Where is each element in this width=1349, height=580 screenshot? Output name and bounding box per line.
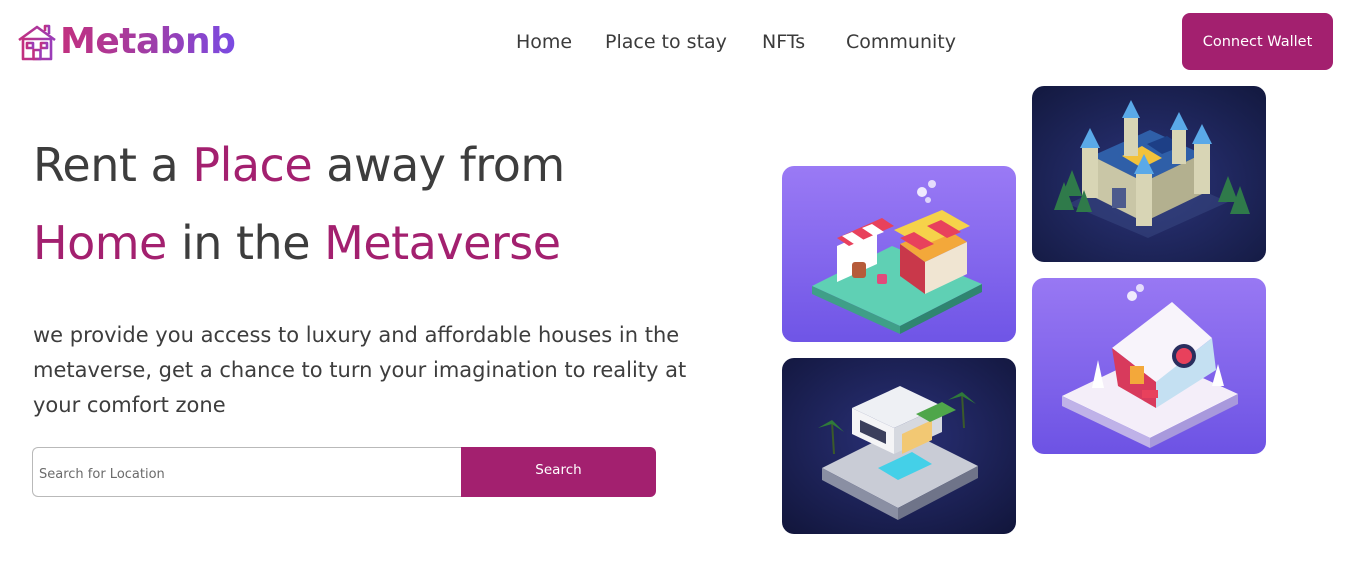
headline-text: Rent a bbox=[33, 138, 193, 192]
nav-community[interactable]: Community bbox=[846, 28, 956, 56]
headline-accent-place: Place bbox=[192, 138, 313, 192]
gallery-image-modern-villa bbox=[782, 358, 1016, 534]
headline-accent-home: Home bbox=[33, 216, 167, 270]
hero-description: we provide you access to luxury and affo… bbox=[33, 323, 687, 417]
headline-accent-metaverse: Metaverse bbox=[324, 216, 561, 270]
logo[interactable]: Metabnb bbox=[16, 20, 236, 64]
house-icon bbox=[16, 22, 58, 62]
logo-text: Metabnb bbox=[60, 21, 236, 62]
nav-home[interactable]: Home bbox=[516, 28, 572, 56]
headline-text: away from bbox=[312, 138, 565, 192]
nav-nfts[interactable]: NFTs bbox=[762, 28, 805, 56]
gallery-image-market-stall bbox=[782, 166, 1016, 342]
hero-headline: Rent a Place away from Home in the Metav… bbox=[33, 126, 565, 282]
nav-place-to-stay[interactable]: Place to stay bbox=[605, 28, 727, 56]
search-location-input[interactable] bbox=[32, 447, 461, 497]
gallery-image-snow-cottage bbox=[1032, 278, 1266, 454]
search-button[interactable]: Search bbox=[461, 447, 656, 497]
headline-text: in the bbox=[166, 216, 325, 270]
connect-wallet-button[interactable]: Connect Wallet bbox=[1182, 13, 1333, 70]
gallery-image-castle bbox=[1032, 86, 1266, 262]
location-search: Search bbox=[32, 447, 656, 497]
